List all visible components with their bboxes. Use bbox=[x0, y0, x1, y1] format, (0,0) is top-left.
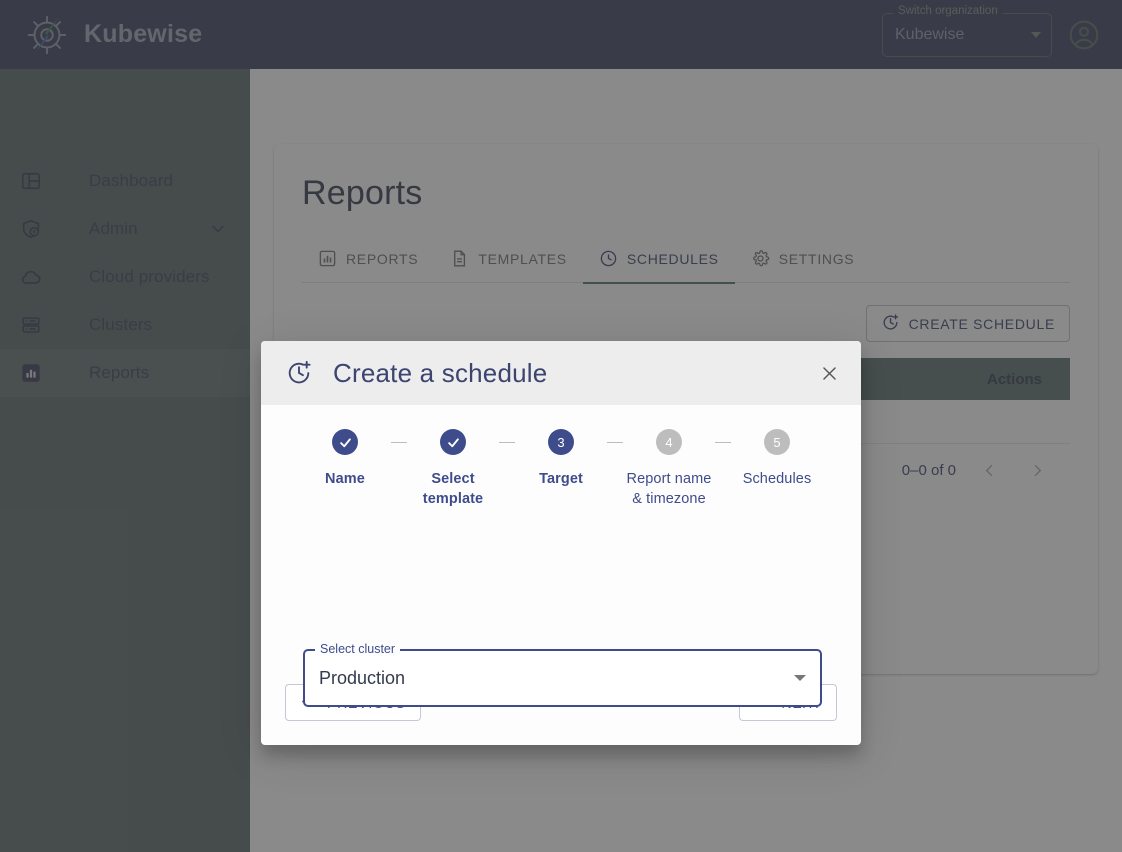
select-cluster-label: Select cluster bbox=[315, 642, 401, 656]
step-name[interactable]: Name bbox=[299, 429, 391, 489]
close-icon[interactable] bbox=[813, 357, 845, 389]
check-icon bbox=[440, 429, 466, 455]
wizard-stepper: Name Select template 3 Target 4 Report n… bbox=[282, 429, 840, 509]
step-connector bbox=[391, 442, 407, 443]
create-schedule-dialog: Create a schedule Name Select template 3… bbox=[261, 341, 861, 745]
dialog-header: Create a schedule bbox=[261, 341, 861, 405]
select-cluster-value: Production bbox=[319, 667, 406, 688]
step-number: 3 bbox=[548, 429, 574, 455]
step-schedules[interactable]: 5 Schedules bbox=[731, 429, 823, 489]
step-connector bbox=[499, 442, 515, 443]
step-label: Select template bbox=[422, 471, 484, 507]
dialog-body: Name Select template 3 Target 4 Report n… bbox=[261, 405, 861, 707]
check-icon bbox=[332, 429, 358, 455]
step-label: Name bbox=[325, 471, 365, 487]
clock-plus-icon bbox=[285, 359, 313, 387]
step-select-template[interactable]: Select template bbox=[407, 429, 499, 509]
app-root: Kubewise Switch organization Kubewise bbox=[0, 0, 1122, 852]
step-connector bbox=[607, 442, 623, 443]
step-connector bbox=[715, 442, 731, 443]
dialog-title: Create a schedule bbox=[333, 357, 548, 388]
step-number: 4 bbox=[656, 429, 682, 455]
step-target[interactable]: 3 Target bbox=[515, 429, 607, 489]
step-label: Report name & timezone bbox=[626, 471, 712, 507]
step-number: 5 bbox=[764, 429, 790, 455]
step-label: Target bbox=[539, 471, 583, 487]
dropdown-arrow-icon[interactable] bbox=[794, 675, 806, 681]
step-label: Schedules bbox=[742, 471, 812, 487]
step-report-name-timezone[interactable]: 4 Report name & timezone bbox=[623, 429, 715, 509]
select-cluster-field-wrap: Select cluster Production bbox=[303, 642, 822, 707]
select-cluster-input[interactable]: Select cluster Production bbox=[303, 642, 822, 707]
